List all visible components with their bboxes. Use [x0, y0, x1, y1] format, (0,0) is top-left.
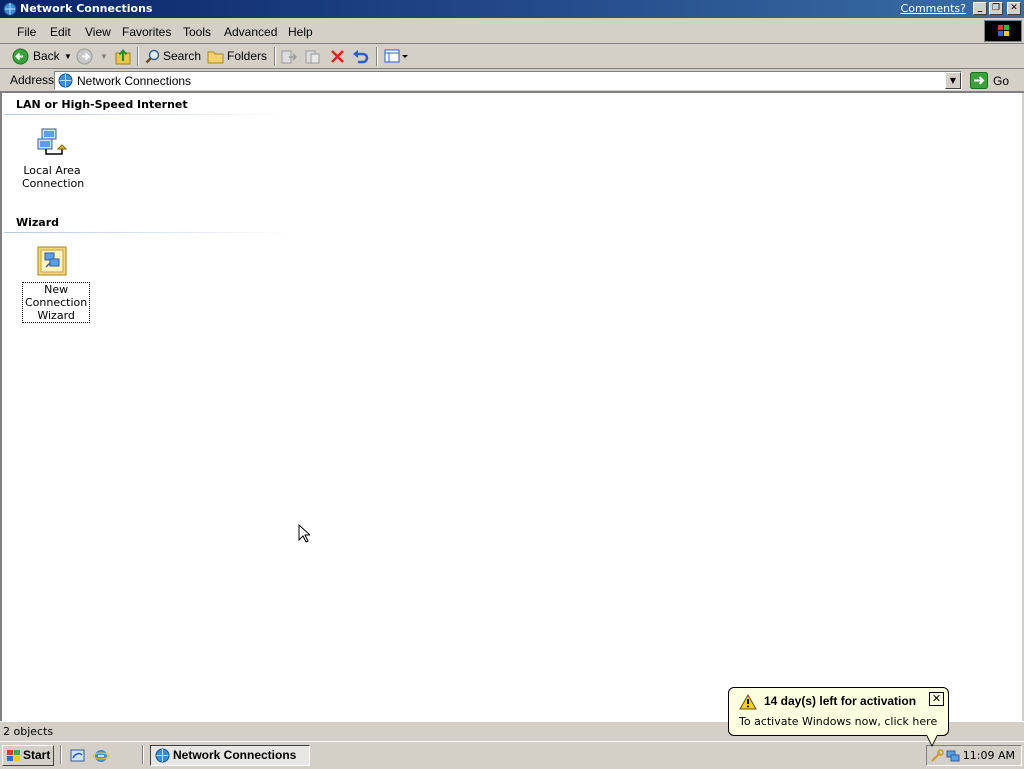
- menu-view[interactable]: View: [85, 25, 111, 39]
- menu-edit[interactable]: Edit: [50, 25, 71, 39]
- address-dropdown-icon[interactable]: ▼: [945, 72, 961, 89]
- mouse-cursor-icon: [298, 524, 310, 543]
- undo-icon[interactable]: [352, 48, 369, 64]
- minimize-button[interactable]: _: [973, 2, 987, 15]
- item-label-line: New: [44, 283, 69, 296]
- group-divider: [4, 114, 294, 115]
- go-arrow-icon: [970, 72, 988, 89]
- taskbar: Start Network Connections 11:09 AM: [0, 741, 1024, 769]
- search-button[interactable]: Search: [145, 47, 202, 66]
- search-label: Search: [163, 49, 202, 63]
- balloon-message[interactable]: To activate Windows now, click here: [739, 715, 937, 728]
- search-icon: [145, 49, 160, 64]
- item-label-line: Connection: [25, 296, 88, 309]
- menu-help[interactable]: Help: [288, 25, 313, 39]
- windows-flag-icon: [7, 750, 20, 761]
- start-label: Start: [23, 748, 51, 762]
- toolbar-separator: [376, 47, 378, 66]
- activation-balloon[interactable]: 14 day(s) left for activation To activat…: [728, 687, 949, 736]
- show-desktop-icon[interactable]: [70, 748, 86, 764]
- network-connections-icon: [155, 748, 170, 763]
- taskbar-network-connections[interactable]: Network Connections: [150, 745, 310, 766]
- taskbar-separator: [60, 745, 62, 764]
- warning-icon: [739, 694, 757, 710]
- network-connections-icon: [3, 2, 17, 16]
- group-divider: [4, 232, 294, 233]
- folders-label: Folders: [227, 49, 268, 63]
- status-text: 2 objects: [3, 725, 54, 738]
- balloon-title: 14 day(s) left for activation: [764, 694, 917, 708]
- task-label: Network Connections: [173, 748, 297, 762]
- activation-keys-icon[interactable]: [930, 749, 944, 763]
- forward-button[interactable]: ▼: [76, 47, 110, 66]
- system-tray: 11:09 AM: [926, 745, 1022, 766]
- taskbar-separator: [142, 745, 144, 764]
- back-label: Back: [33, 49, 60, 63]
- menu-advanced[interactable]: Advanced: [224, 25, 277, 39]
- comments-link[interactable]: Comments?: [901, 2, 966, 15]
- clock[interactable]: 11:09 AM: [963, 749, 1015, 762]
- toolbar: Back ▼ ▼ Search Folders: [0, 44, 1024, 69]
- local-area-connection-item[interactable]: Local Area Connection: [22, 127, 85, 190]
- back-button[interactable]: Back ▼: [12, 47, 72, 66]
- back-arrow-icon: [12, 48, 29, 65]
- group-heading-lan: LAN or High-Speed Internet: [16, 98, 188, 111]
- back-dropdown-icon[interactable]: ▼: [64, 47, 72, 66]
- restore-button[interactable]: ❐: [989, 2, 1003, 15]
- windows-logo: [984, 20, 1022, 42]
- delete-icon[interactable]: [330, 49, 345, 64]
- content-pane[interactable]: LAN or High-Speed Internet Local Area Co…: [0, 93, 1024, 721]
- close-button[interactable]: ✕: [1007, 2, 1021, 15]
- network-connections-icon: [58, 73, 73, 88]
- item-label-line: Wizard: [37, 309, 75, 322]
- new-connection-wizard-item[interactable]: New Connection Wizard: [22, 245, 91, 323]
- forward-arrow-icon: [76, 48, 93, 65]
- copy-to-icon[interactable]: [305, 50, 321, 64]
- wizard-icon: [37, 246, 67, 276]
- menu-tools[interactable]: Tools: [183, 25, 211, 39]
- menu-favorites[interactable]: Favorites: [122, 25, 171, 39]
- network-tray-icon[interactable]: [946, 749, 960, 763]
- item-label-line: Local Area: [23, 164, 81, 177]
- item-label-line: Connection: [22, 177, 85, 190]
- menu-bar: File Edit View Favorites Tools Advanced …: [0, 18, 1024, 44]
- balloon-close-button[interactable]: ✕: [929, 692, 944, 706]
- folder-icon: [207, 51, 224, 64]
- toolbar-separator: [137, 47, 139, 66]
- menu-file[interactable]: File: [17, 25, 36, 39]
- address-value: Network Connections: [77, 74, 192, 88]
- move-to-icon[interactable]: [281, 50, 297, 64]
- views-button[interactable]: [384, 49, 408, 65]
- group-heading-wizard: Wizard: [16, 216, 60, 229]
- windows-flag-icon: [998, 25, 1009, 36]
- forward-dropdown-icon[interactable]: ▼: [100, 47, 108, 66]
- network-connection-icon: [37, 128, 68, 155]
- folders-button[interactable]: Folders: [207, 47, 269, 66]
- views-icon: [384, 49, 408, 63]
- address-input[interactable]: Network Connections ▼: [54, 71, 962, 90]
- up-folder-icon[interactable]: [115, 47, 132, 66]
- window-title: Network Connections: [20, 2, 153, 15]
- address-bar: Address Network Connections ▼ Go: [0, 69, 1024, 93]
- balloon-tail-fill: [927, 735, 937, 745]
- title-bar[interactable]: Network Connections Comments? _ ❐ ✕: [0, 0, 1024, 18]
- go-label: Go: [993, 74, 1010, 88]
- address-label: Address: [10, 73, 55, 87]
- toolbar-separator: [274, 47, 276, 66]
- start-button[interactable]: Start: [2, 745, 54, 766]
- internet-explorer-icon[interactable]: [93, 748, 109, 764]
